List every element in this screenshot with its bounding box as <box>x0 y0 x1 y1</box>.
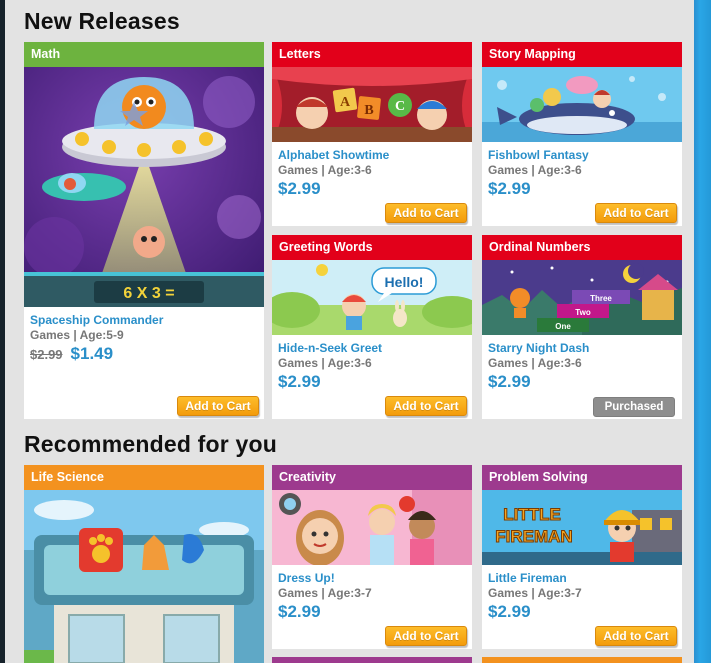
product-meta: Games | Age:3-7 <box>488 586 582 600</box>
product-card-little-fireman[interactable]: Problem Solving LITTLE FIREMAN Little Fi… <box>482 465 682 649</box>
product-price: $2.99 <box>278 372 321 391</box>
category-label: Math <box>24 42 264 67</box>
category-label: Ordinal Numbers <box>482 235 682 260</box>
product-card-spaceship-commander[interactable]: Math 6 X 3 = Spaceship Commander Games |… <box>24 42 264 419</box>
product-price: $2.99 <box>488 372 531 391</box>
product-title[interactable]: Spaceship Commander <box>24 313 264 327</box>
product-thumbnail[interactable]: Three Two One <box>482 260 682 335</box>
product-meta: Games | Age:3-6 <box>488 163 582 177</box>
product-meta: Games | Age:3-7 <box>278 586 372 600</box>
art-step-two: Two <box>575 308 591 317</box>
product-title[interactable]: Dress Up! <box>272 571 472 585</box>
add-to-cart-button[interactable]: Add to Cart <box>177 396 259 416</box>
art-logo-line2: FIREMAN <box>495 527 572 546</box>
product-title[interactable]: Alphabet Showtime <box>272 148 472 162</box>
product-title[interactable]: Little Fireman <box>482 571 682 585</box>
product-meta: Games | Age:3-6 <box>278 163 372 177</box>
product-card-starry-night-dash[interactable]: Ordinal Numbers Three Two One Starry Nig… <box>482 235 682 419</box>
new-releases-heading: New Releases <box>24 8 180 34</box>
purchased-badge: Purchased <box>593 397 675 417</box>
art-speech-text: Hello! <box>385 274 424 290</box>
product-thumbnail[interactable] <box>482 67 682 142</box>
product-price: $2.99 <box>488 602 531 621</box>
art-equation-text: 6 X 3 = <box>123 285 174 302</box>
art-step-one: One <box>555 322 571 331</box>
product-title[interactable]: Hide-n-Seek Greet <box>272 341 472 355</box>
art-step-three: Three <box>590 294 612 303</box>
category-label: Life Science <box>24 465 264 490</box>
product-meta: Games | Age:5-9 <box>30 328 124 342</box>
add-to-cart-button[interactable]: Add to Cart <box>595 626 677 646</box>
product-thumbnail[interactable]: A B C <box>272 67 472 142</box>
product-price: $2.99 <box>278 602 321 621</box>
store-page: New Releases Math 6 X 3 = Spaceship Comm… <box>5 0 694 663</box>
product-card-fishbowl-fantasy[interactable]: Story Mapping Fishbowl Fantasy Games | A… <box>482 42 682 226</box>
category-label: Problem Solving <box>482 465 682 490</box>
product-card-hide-n-seek-greet[interactable]: Greeting Words Hello! Hide-n-Seek Greet … <box>272 235 472 419</box>
product-card-life-science[interactable]: Life Science <box>24 465 264 663</box>
product-title[interactable]: Fishbowl Fantasy <box>482 148 682 162</box>
add-to-cart-button[interactable]: Add to Cart <box>385 396 467 416</box>
category-label: Greeting Words <box>272 235 472 260</box>
category-label: Creativity <box>272 465 472 490</box>
product-thumbnail[interactable] <box>272 490 472 565</box>
window-right-edge <box>694 0 711 663</box>
svg-text:C: C <box>395 99 405 114</box>
next-card-category-strip <box>482 657 682 663</box>
art-logo-line1: LITTLE <box>503 505 561 524</box>
add-to-cart-button[interactable]: Add to Cart <box>385 626 467 646</box>
next-card-category-strip <box>272 657 472 663</box>
add-to-cart-button[interactable]: Add to Cart <box>595 203 677 223</box>
product-price: $2.99 <box>278 179 321 198</box>
product-thumbnail[interactable] <box>24 490 264 663</box>
svg-text:B: B <box>364 103 373 118</box>
product-card-dress-up[interactable]: Creativity Dress Up! Games | Age:3-7 $2.… <box>272 465 472 649</box>
product-price: $2.99 <box>488 179 531 198</box>
product-meta: Games | Age:3-6 <box>488 356 582 370</box>
product-price: $2.99 $1.49 <box>24 344 264 364</box>
original-price: $2.99 <box>30 347 63 362</box>
sale-price: $1.49 <box>70 344 114 363</box>
product-thumbnail[interactable]: Hello! <box>272 260 472 335</box>
recommended-heading: Recommended for you <box>24 431 278 457</box>
product-thumbnail[interactable]: 6 X 3 = <box>24 67 264 307</box>
product-title[interactable]: Starry Night Dash <box>482 341 682 355</box>
category-label: Letters <box>272 42 472 67</box>
category-label: Story Mapping <box>482 42 682 67</box>
product-card-alphabet-showtime[interactable]: Letters A B C Alphabet Showtime Games | … <box>272 42 472 226</box>
product-meta: Games | Age:3-6 <box>278 356 372 370</box>
add-to-cart-button[interactable]: Add to Cart <box>385 203 467 223</box>
product-thumbnail[interactable]: LITTLE FIREMAN <box>482 490 682 565</box>
svg-text:A: A <box>340 95 351 110</box>
